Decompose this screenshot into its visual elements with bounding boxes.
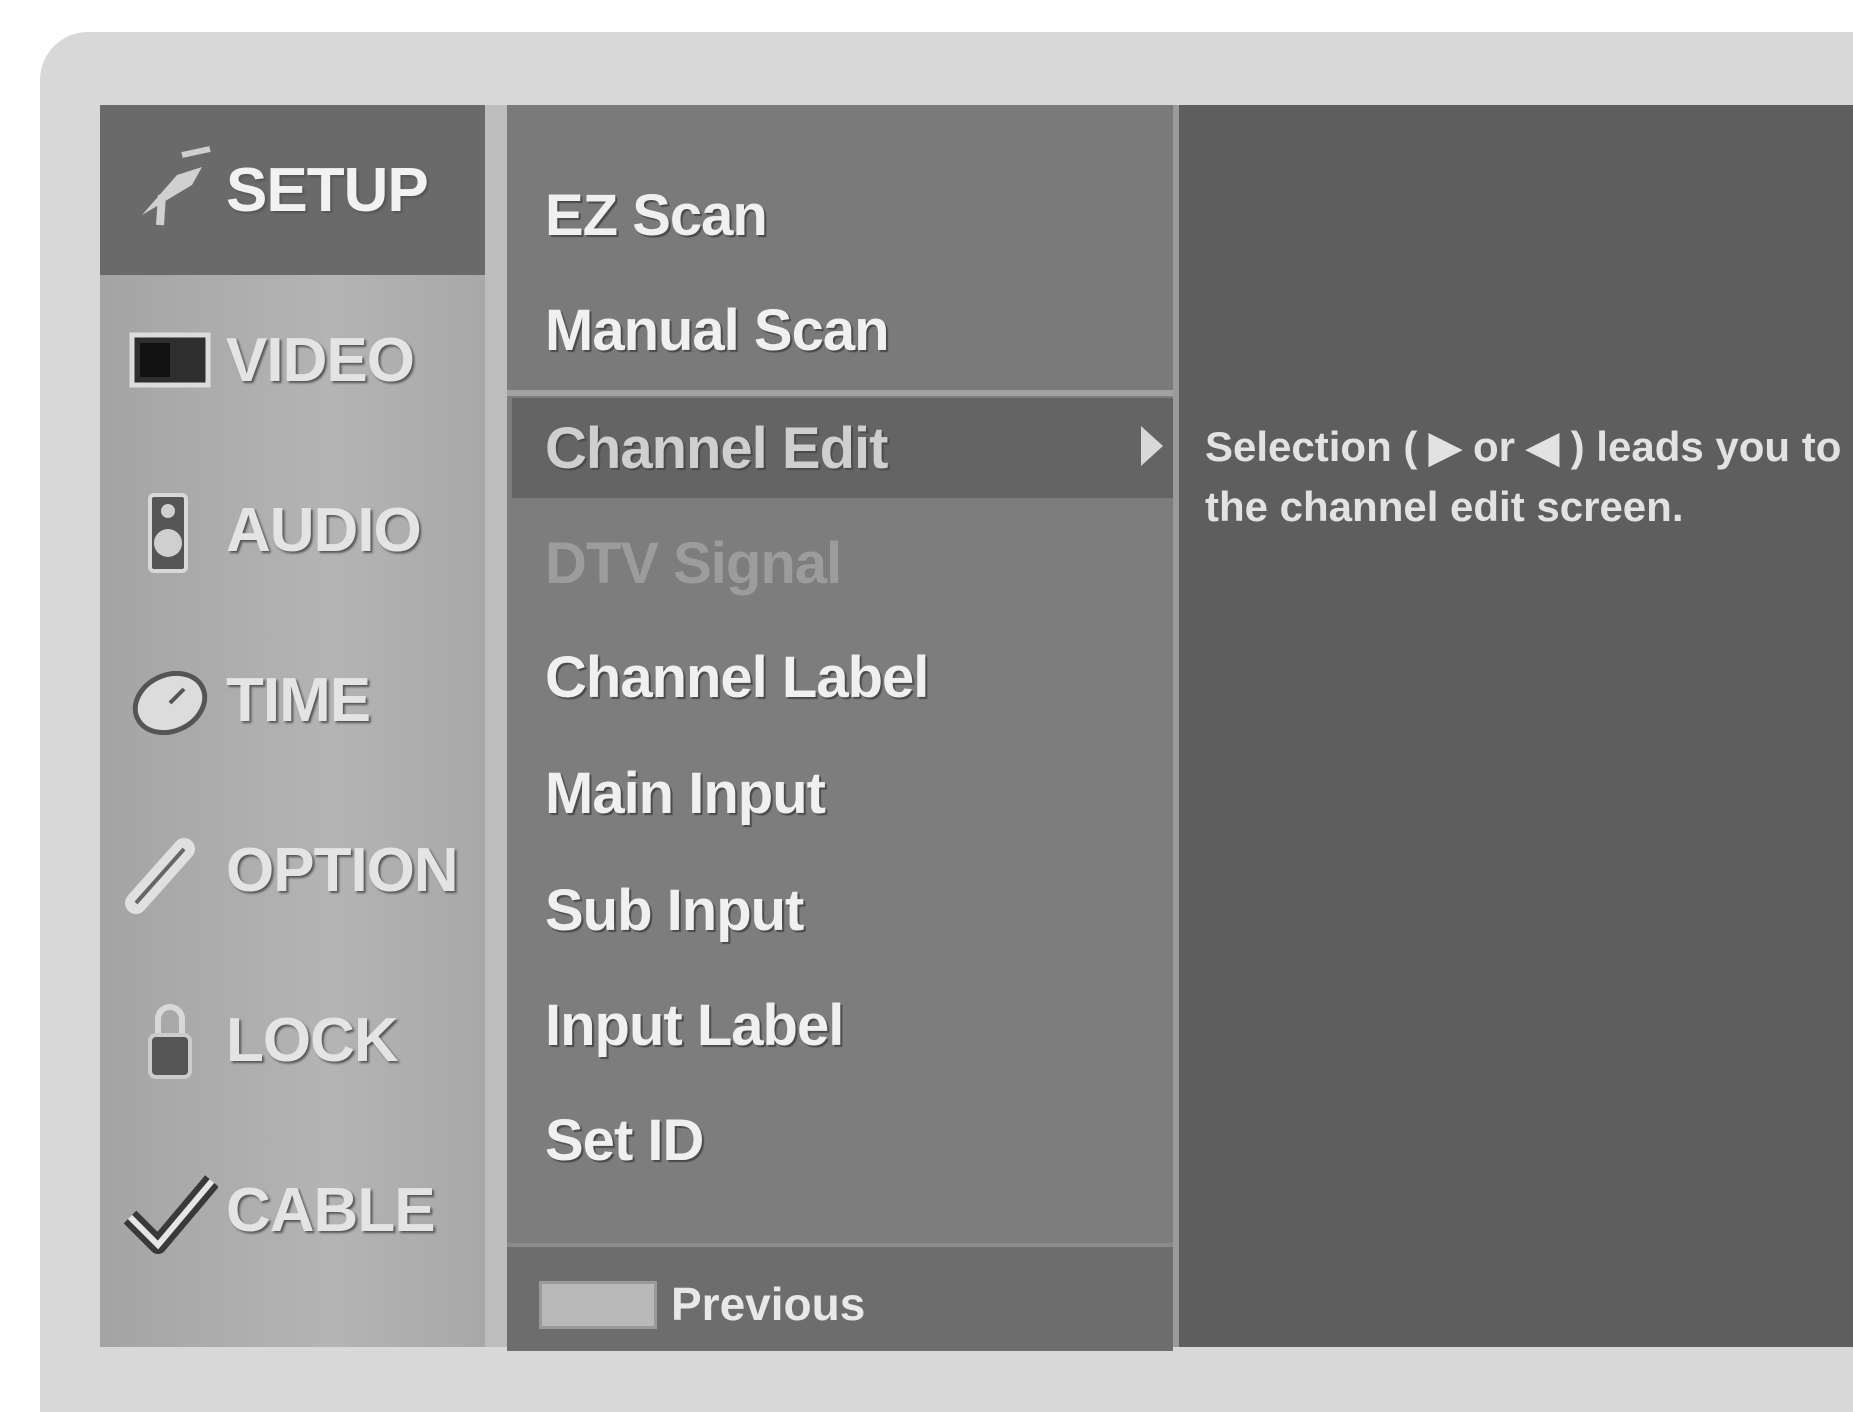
right-arrow-icon: [1141, 426, 1163, 466]
menu-item-input-label[interactable]: Input Label: [545, 975, 1155, 1075]
category-label: VIDEO: [226, 325, 415, 395]
setup-submenu: EZ Scan Manual Scan Channel Edit DTV Sig…: [507, 105, 1173, 1351]
menu-item-sub-input[interactable]: Sub Input: [545, 860, 1155, 960]
category-label: TIME: [226, 665, 371, 735]
menu-item-set-id[interactable]: Set ID: [545, 1090, 1155, 1190]
wrench-icon: [120, 825, 220, 915]
tv-screen-icon: [120, 315, 220, 405]
bottom-hint-bar: Previous: [507, 1243, 1173, 1351]
clock-icon: [120, 655, 220, 745]
category-label: CABLE: [226, 1175, 436, 1245]
padlock-icon: [120, 995, 220, 1085]
menu-item-label: Main Input: [545, 760, 826, 826]
category-lock[interactable]: LOCK: [100, 955, 485, 1125]
sidebar-separator: [485, 105, 507, 1347]
menu-item-dtv-signal: DTV Signal: [545, 513, 1155, 613]
osd-menu: SETUP VIDEO AUDIO TIME OPTION LOCK CABLE…: [100, 105, 1853, 1351]
category-label: SETUP: [226, 155, 429, 225]
category-time[interactable]: TIME: [100, 615, 485, 785]
menu-item-label: EZ Scan: [545, 182, 768, 248]
menu-item-manual-scan[interactable]: Manual Scan: [545, 280, 1155, 380]
menu-item-label: DTV Signal: [545, 530, 842, 596]
satellite-dish-icon: [120, 145, 220, 235]
previous-label: Previous: [671, 1278, 866, 1330]
category-label: OPTION: [226, 835, 459, 905]
checkmark-icon: [120, 1165, 220, 1255]
menu-item-label: Set ID: [545, 1107, 704, 1173]
category-sidebar: SETUP VIDEO AUDIO TIME OPTION LOCK CABLE: [100, 105, 507, 1347]
help-text: Selection ( ▶ or ◀ ) leads you to the ch…: [1205, 423, 1842, 530]
menu-item-channel-label[interactable]: Channel Label: [545, 627, 1155, 727]
category-audio[interactable]: AUDIO: [100, 445, 485, 615]
category-video[interactable]: VIDEO: [100, 275, 485, 445]
category-label: LOCK: [226, 1005, 399, 1075]
menu-key-icon: [539, 1281, 657, 1329]
menu-item-label: Sub Input: [545, 877, 804, 943]
menu-item-ez-scan[interactable]: EZ Scan: [545, 165, 1155, 265]
menu-item-label: Channel Edit: [545, 415, 888, 481]
category-setup[interactable]: SETUP: [100, 105, 485, 275]
category-cable[interactable]: CABLE: [100, 1125, 485, 1295]
menu-item-main-input[interactable]: Main Input: [545, 743, 1155, 843]
category-option[interactable]: OPTION: [100, 785, 485, 955]
category-label: AUDIO: [226, 495, 422, 565]
speaker-icon: [120, 485, 220, 575]
menu-item-label: Input Label: [545, 992, 844, 1058]
menu-item-channel-edit[interactable]: Channel Edit: [512, 398, 1173, 498]
help-panel: Selection ( ▶ or ◀ ) leads you to the ch…: [1179, 105, 1853, 1347]
menu-item-label: Channel Label: [545, 644, 929, 710]
menu-item-label: Manual Scan: [545, 297, 890, 363]
